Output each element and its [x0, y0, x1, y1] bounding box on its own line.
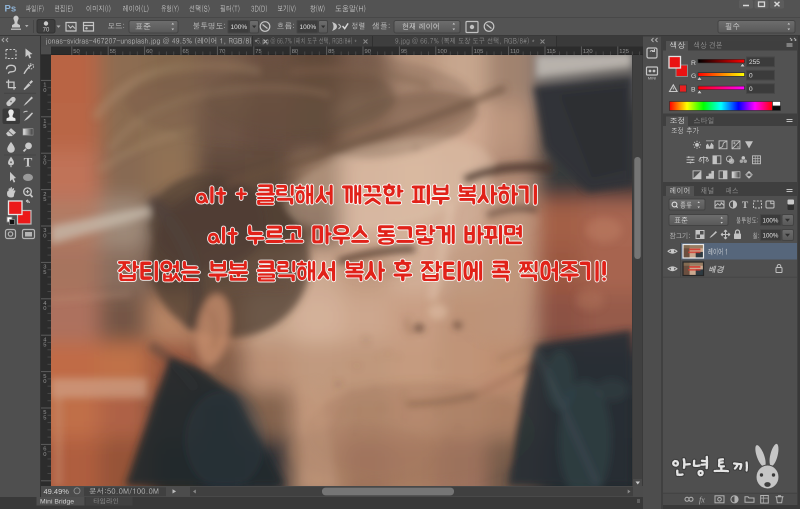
- svg-text:0: 0: [43, 379, 46, 385]
- svg-text:0: 0: [43, 88, 46, 94]
- svg-text:115: 115: [547, 49, 556, 55]
- svg-text:120: 120: [583, 49, 593, 55]
- svg-text:T: T: [742, 201, 749, 211]
- svg-text:5: 5: [43, 415, 46, 421]
- svg-text:100: 100: [437, 49, 447, 55]
- svg-text:0: 0: [43, 306, 46, 312]
- svg-text:0: 0: [749, 86, 753, 93]
- svg-text:110: 110: [510, 49, 519, 55]
- svg-text:100%: 100%: [300, 24, 317, 31]
- svg-text:5: 5: [43, 197, 46, 203]
- svg-text:Mini Bridge: Mini Bridge: [40, 499, 74, 506]
- svg-text:R: R: [691, 60, 696, 67]
- svg-text:Ps: Ps: [5, 4, 17, 15]
- svg-text:5: 5: [43, 124, 46, 130]
- svg-text:G: G: [691, 73, 696, 80]
- svg-text:100%: 100%: [763, 233, 779, 240]
- svg-text:70: 70: [43, 28, 50, 34]
- svg-text:0: 0: [43, 161, 46, 167]
- svg-text:T: T: [24, 155, 33, 170]
- svg-text:100%: 100%: [231, 24, 248, 31]
- svg-text:0: 0: [749, 73, 753, 80]
- svg-text:105: 105: [474, 49, 484, 55]
- svg-text:B: B: [691, 87, 696, 94]
- svg-text:100%: 100%: [763, 218, 779, 225]
- svg-text:255: 255: [749, 59, 760, 66]
- svg-text:fx: fx: [699, 496, 705, 505]
- svg-text:49.49%: 49.49%: [44, 487, 70, 496]
- svg-text:0: 0: [43, 233, 46, 239]
- svg-text:0: 0: [43, 452, 46, 458]
- svg-text:5: 5: [43, 270, 46, 276]
- svg-text:5: 5: [43, 343, 46, 349]
- svg-text:125: 125: [619, 49, 629, 55]
- svg-text:MINI: MINI: [648, 76, 656, 81]
